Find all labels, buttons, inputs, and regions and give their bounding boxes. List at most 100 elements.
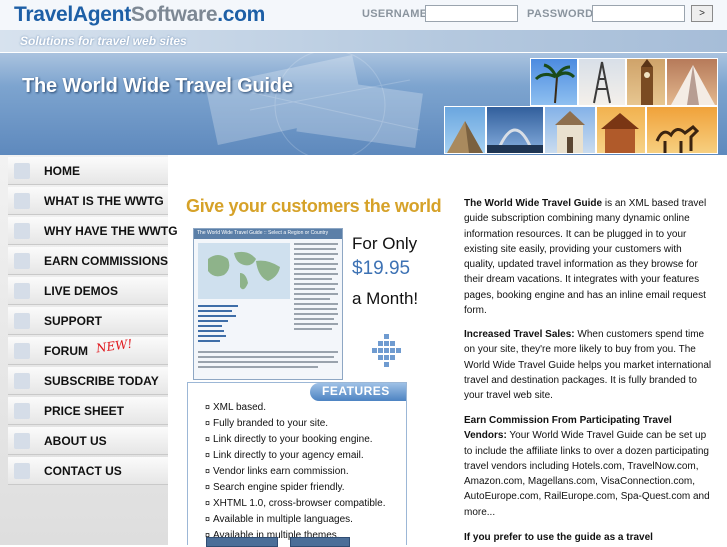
hero-banner: Solutions for travel web sites The World… [0,30,727,155]
nav-item-label: PRICE SHEET [44,404,125,418]
nav-item-label: WHY HAVE THE WWTG [44,224,178,238]
nav-item-home[interactable]: HOME [8,157,168,185]
nav-item-about-us[interactable]: ABOUT US [8,427,168,455]
nav-bullet-icon [14,463,30,479]
top-bar: TravelAgentSoftware.com USERNAME: PASSWO… [0,0,727,30]
sales-bold: Increased Travel Sales: [464,329,575,340]
logo-part-travelagent: TravelAgent [14,3,131,26]
feature-text: Link directly to your booking engine. [213,434,373,445]
w3c-css-badge[interactable] [290,537,350,547]
feature-bullet-icon: ¤ [205,466,211,476]
nav-item-what-is-the-wwtg[interactable]: WHAT IS THE WWTG [8,187,168,215]
nav-item-label: LIVE DEMOS [44,284,119,298]
nav-bullet-icon [14,403,30,419]
site-logo[interactable]: TravelAgentSoftware.com [14,3,265,27]
logo-part-dotcom: .com [217,3,266,26]
palm-tree-photo [530,58,578,106]
feature-text: XHTML 1.0, cross-browser compatible. [213,498,386,509]
travel-bold: If you prefer to use the guide as a trav… [464,532,653,543]
banner-title: The World Wide Travel Guide [22,75,293,97]
eiffel-tower-photo [578,58,626,106]
feature-bullet-icon: ¤ [205,498,211,508]
nav-bullet-icon [14,193,30,209]
nav-bullet-icon [14,433,30,449]
feature-item: ¤ Fully branded to your site. [205,418,328,429]
password-label: PASSWORD: [527,8,598,20]
nav-item-label: FORUM [44,344,88,358]
price-line-for-only: For Only [352,234,418,253]
travel-paragraph: If you prefer to use the guide as a trav… [464,530,714,545]
feature-bullet-icon: ¤ [205,402,211,412]
features-title: FEATURES [322,384,390,398]
nav-item-why-have-the-wwtg[interactable]: WHY HAVE THE WWTG [8,217,178,245]
feature-bullet-icon: ¤ [205,514,211,524]
guide-screenshot[interactable]: The World Wide Travel Guide :: Select a … [193,228,343,380]
screenshot-title-bar: The World Wide Travel Guide :: Select a … [194,229,342,239]
feature-text: XML based. [213,402,267,413]
pyramid-photo [444,106,486,154]
feature-item: ¤ Link directly to your booking engine. [205,434,373,445]
nav-bullet-icon [14,253,30,269]
feature-text: Available in multiple languages. [213,514,353,525]
nav-bullet-icon [14,343,30,359]
w3c-xhtml-badge[interactable] [206,537,278,547]
commission-text: Your World Wide Travel Guide can be set … [464,430,710,518]
feature-item: ¤ XML based. [205,402,266,413]
nav-item-price-sheet[interactable]: PRICE SHEET [8,397,168,425]
feature-text: Link directly to your agency email. [213,450,364,461]
feature-item: ¤ Link directly to your agency email. [205,450,364,461]
username-input[interactable] [425,5,518,22]
nav-bullet-icon [14,223,30,239]
login-go-button[interactable]: > [691,5,713,22]
nav-item-forum[interactable]: FORUM NEW! [8,337,168,365]
nav-item-label: HOME [44,164,80,178]
promo-headline: Give your customers the world [186,196,442,216]
nav-bullet-icon [14,163,30,179]
feature-text: Vendor links earn commission. [213,466,349,477]
price-amount: $19.95 [352,258,411,279]
nav-item-subscribe-today[interactable]: SUBSCRIBE TODAY [8,367,168,395]
intro-paragraph: The World Wide Travel Guide is an XML ba… [464,196,714,318]
nav-item-contact-us[interactable]: CONTACT US [8,457,168,485]
feature-text: Fully branded to your site. [213,418,329,429]
nav-item-support[interactable]: SUPPORT [8,307,168,335]
tagline-strip: Solutions for travel web sites [0,30,727,53]
nav-item-label: SUPPORT [44,314,103,328]
feature-text: Search engine spider friendly. [213,482,345,493]
nav-bullet-icon [14,373,30,389]
feature-bullet-icon: ¤ [205,434,211,444]
nav-item-earn-commissions[interactable]: EARN COMMISSIONS [8,247,168,275]
screenshot-title: The World Wide Travel Guide :: Select a … [197,230,329,236]
world-map-thumbnail [198,243,338,368]
feature-item: ¤ Available in multiple languages. [205,514,353,525]
price-value: $19.95 [352,258,410,280]
nav-item-label: ABOUT US [44,434,107,448]
intro-bold: The World Wide Travel Guide [464,198,603,209]
nav-item-label: EARN COMMISSIONS [44,254,169,268]
house-photo [596,106,646,154]
new-badge: NEW! [95,336,134,356]
password-input[interactable] [592,5,685,22]
tagline: Solutions for travel web sites [20,34,187,48]
feature-bullet-icon: ¤ [205,450,211,460]
camel-photo [646,106,718,154]
nav-item-label: SUBSCRIBE TODAY [44,374,159,388]
feature-item: ¤ XHTML 1.0, cross-browser compatible. [205,498,385,509]
feature-item: ¤ Vendor links earn commission. [205,466,349,477]
nav-item-label: CONTACT US [44,464,122,478]
price-line-a-month: a Month! [352,289,419,308]
church-photo [544,106,596,154]
logo-part-software: Software [130,3,218,26]
commission-paragraph: Earn Commission From Participating Trave… [464,413,714,520]
feature-bullet-icon: ¤ [205,418,211,428]
arch-photo [486,106,544,154]
intro-text: is an XML based travel guide subscriptio… [464,198,707,317]
nav-bullet-icon [14,283,30,299]
nav-item-label: WHAT IS THE WWTG [44,194,164,208]
username-label: USERNAME: [362,8,432,20]
feature-bullet-icon: ¤ [205,482,211,492]
clock-tower-photo [626,58,666,106]
feature-item: ¤ Search engine spider friendly. [205,482,345,493]
nav-bullet-icon [14,313,30,329]
nav-item-live-demos[interactable]: LIVE DEMOS [8,277,168,305]
